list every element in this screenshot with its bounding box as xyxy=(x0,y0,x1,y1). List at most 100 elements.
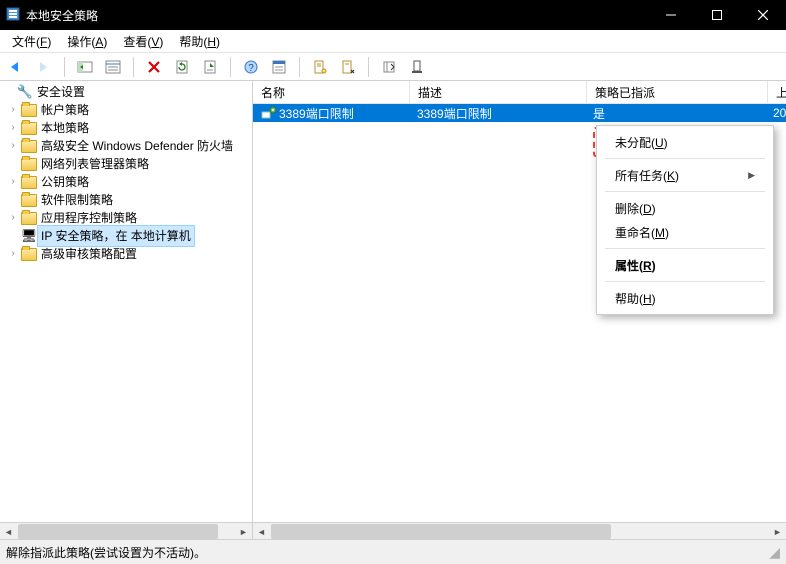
menu-a[interactable]: 操作(A) xyxy=(59,31,115,52)
expand-toggle[interactable]: › xyxy=(6,137,20,155)
close-button[interactable] xyxy=(740,0,786,30)
folder-icon xyxy=(20,212,38,225)
statusbar: 解除指派此策略(尝试设置为不活动)。 ◢ xyxy=(0,539,786,564)
toolbar-separator xyxy=(299,57,300,77)
cell-assigned: 是 xyxy=(585,105,765,122)
menu-v[interactable]: 查看(V) xyxy=(115,31,171,52)
resize-grip[interactable]: ◢ xyxy=(769,544,780,561)
tree-item-6[interactable]: › 应用程序控制策略 xyxy=(0,209,252,227)
tree-item-label: 帐户策略 xyxy=(38,100,92,120)
context-item-label: 帮助(H) xyxy=(615,290,656,307)
refresh-button[interactable] xyxy=(170,55,194,79)
minimize-button[interactable] xyxy=(648,0,694,30)
tree[interactable]: 🔧安全设置›帐户策略›本地策略›高级安全 Windows Defender 防火… xyxy=(0,81,252,522)
properties-button[interactable] xyxy=(101,55,125,79)
tree-item-label: IP 安全策略，在 本地计算机 xyxy=(38,226,194,246)
folder-icon xyxy=(20,104,38,117)
folder-icon xyxy=(20,158,38,171)
menu-f[interactable]: 文件(F) xyxy=(4,31,59,52)
status-text: 解除指派此策略(尝试设置为不活动)。 xyxy=(6,544,206,561)
toolbar-separator xyxy=(64,57,65,77)
cell-name: 3389端口限制 xyxy=(279,105,354,122)
context-item-7[interactable]: 属性(R) xyxy=(597,253,773,277)
list-horizontal-scrollbar[interactable]: ◄ ► xyxy=(253,522,786,540)
tree-item-label: 网络列表管理器策略 xyxy=(38,154,152,174)
context-separator xyxy=(605,281,765,282)
computer-icon: 🖥 xyxy=(20,227,38,245)
app-icon xyxy=(6,7,20,24)
expand-toggle[interactable]: › xyxy=(6,173,20,191)
context-item-label: 未分配(U) xyxy=(615,134,668,151)
window-title: 本地安全策略 xyxy=(26,7,98,24)
manage-filters-button[interactable] xyxy=(336,55,360,79)
menu-h[interactable]: 帮助(H) xyxy=(171,31,228,52)
folder-icon xyxy=(20,248,38,261)
tree-item-7[interactable]: 🖥IP 安全策略，在 本地计算机 xyxy=(0,227,252,245)
col-header-assigned[interactable]: 策略已指派 xyxy=(587,81,768,103)
forward-button[interactable] xyxy=(32,55,56,79)
folder-icon xyxy=(20,194,38,207)
context-item-label: 所有任务(K) xyxy=(615,167,679,184)
tree-pane: 🔧安全设置›帐户策略›本地策略›高级安全 Windows Defender 防火… xyxy=(0,81,253,540)
create-policy-button[interactable] xyxy=(308,55,332,79)
submenu-arrow-icon: ▶ xyxy=(748,170,755,181)
context-item-label: 重命名(M) xyxy=(615,224,669,241)
tree-item-2[interactable]: › 高级安全 Windows Defender 防火墙 xyxy=(0,137,252,155)
expand-toggle[interactable]: › xyxy=(6,101,20,119)
toolbar-separator xyxy=(230,57,231,77)
tool-button-b[interactable] xyxy=(405,55,429,79)
context-separator xyxy=(605,248,765,249)
list-row[interactable]: 3389端口限制3389端口限制是2022/1/25 2 xyxy=(253,104,786,122)
context-item-label: 删除(D) xyxy=(615,200,656,217)
col-header-modified[interactable]: 上次更改时间 xyxy=(768,81,786,103)
tree-item-label: 公钥策略 xyxy=(38,172,92,192)
folder-icon xyxy=(20,122,38,135)
help-button[interactable]: ? xyxy=(239,55,263,79)
col-header-name[interactable]: 名称 xyxy=(253,81,410,103)
folder-icon xyxy=(20,140,38,153)
tree-item-3[interactable]: 网络列表管理器策略 xyxy=(0,155,252,173)
svg-text:?: ? xyxy=(248,63,254,74)
titlebar: 本地安全策略 xyxy=(0,0,786,30)
toolbar-separator xyxy=(368,57,369,77)
tree-item-5[interactable]: 软件限制策略 xyxy=(0,191,252,209)
context-separator xyxy=(605,158,765,159)
tree-root[interactable]: 🔧安全设置 xyxy=(0,83,252,101)
cell-description: 3389端口限制 xyxy=(409,105,585,122)
tree-item-label: 应用程序控制策略 xyxy=(38,208,140,228)
tree-item-label: 高级安全 Windows Defender 防火墙 xyxy=(38,136,236,156)
tree-item-4[interactable]: › 公钥策略 xyxy=(0,173,252,191)
context-item-4[interactable]: 删除(D) xyxy=(597,196,773,220)
tool-button-a[interactable] xyxy=(377,55,401,79)
policy-icon xyxy=(261,105,277,122)
cell-modified: 2022/1/25 2 xyxy=(765,106,786,120)
folder-icon xyxy=(20,176,38,189)
expand-toggle[interactable]: › xyxy=(6,119,20,137)
export-button[interactable] xyxy=(198,55,222,79)
tree-item-label: 高级审核策略配置 xyxy=(38,244,140,264)
tree-item-8[interactable]: › 高级审核策略配置 xyxy=(0,245,252,263)
context-separator xyxy=(605,191,765,192)
maximize-button[interactable] xyxy=(694,0,740,30)
expand-toggle[interactable]: › xyxy=(6,209,20,227)
context-item-9[interactable]: 帮助(H) xyxy=(597,286,773,310)
tree-item-1[interactable]: › 本地策略 xyxy=(0,119,252,137)
col-header-description[interactable]: 描述 xyxy=(410,81,587,103)
context-item-2[interactable]: 所有任务(K) ▶ xyxy=(597,163,773,187)
toolbar: ? xyxy=(0,53,786,82)
context-item-5[interactable]: 重命名(M) xyxy=(597,220,773,244)
tree-item-label: 软件限制策略 xyxy=(38,190,116,210)
tree-item-label: 本地策略 xyxy=(38,118,92,138)
show-hide-tree-button[interactable] xyxy=(73,55,97,79)
toolbar-separator xyxy=(133,57,134,77)
column-headers: 名称 描述 策略已指派 上次更改时间 xyxy=(253,81,786,104)
menubar: 文件(F)操作(A)查看(V)帮助(H) xyxy=(0,30,786,53)
back-button[interactable] xyxy=(4,55,28,79)
context-item-label: 属性(R) xyxy=(615,257,656,274)
tree-item-0[interactable]: › 帐户策略 xyxy=(0,101,252,119)
context-item-0[interactable]: 未分配(U) xyxy=(597,130,773,154)
delete-button[interactable] xyxy=(142,55,166,79)
tree-horizontal-scrollbar[interactable]: ◄ ► xyxy=(0,522,252,540)
properties-dialog-button[interactable] xyxy=(267,55,291,79)
expand-toggle[interactable]: › xyxy=(6,245,20,263)
